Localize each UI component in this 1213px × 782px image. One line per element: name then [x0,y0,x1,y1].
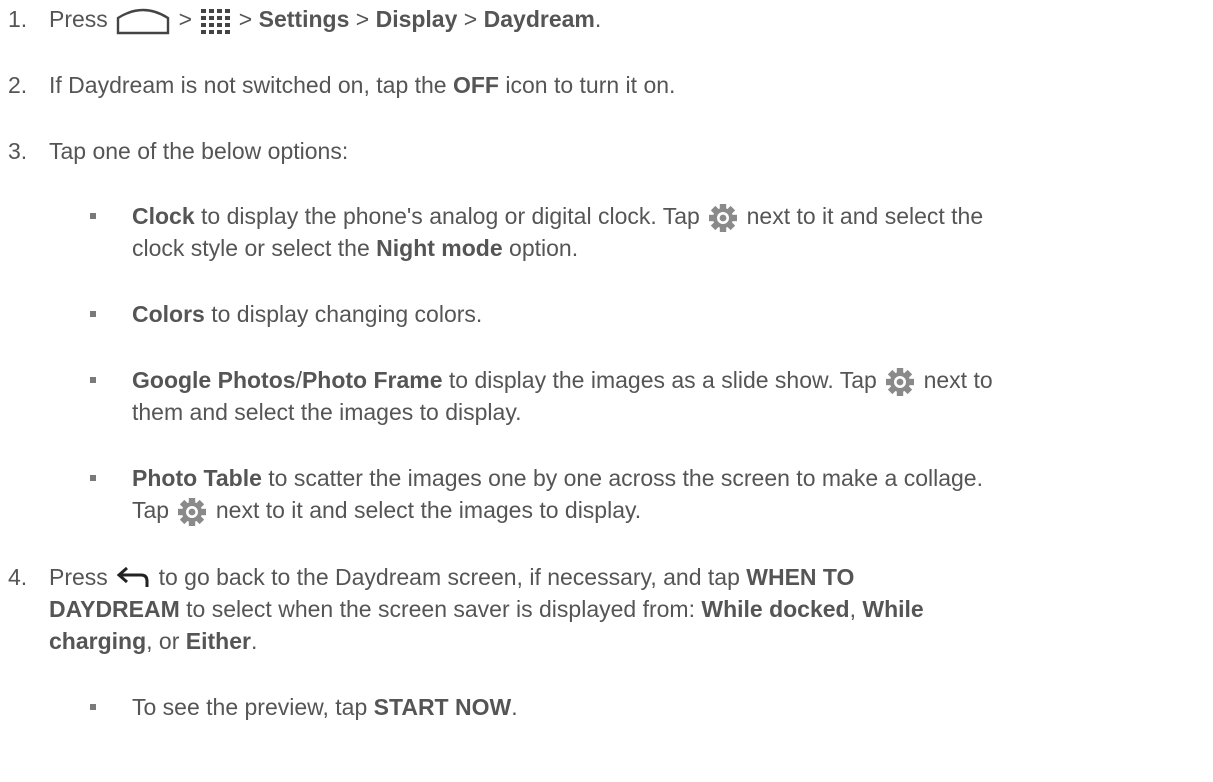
text-run: > [232,6,259,32]
bullet-marker [90,377,96,383]
text-run: to display changing colors. [204,301,483,327]
bullet-marker [90,475,96,481]
text-run: next to it and select the images to disp… [209,497,642,523]
text-run: option. [502,235,579,261]
option-photos-line-2: them and select the images to display. [132,398,522,426]
text-run: to display the images as a slide show. T… [442,367,884,393]
bold-term: WHEN TO [746,564,855,590]
option-photo-table-line-1: Photo Table to scatter the images one by… [132,464,983,492]
gear-icon [175,497,209,527]
text-run: . [594,6,602,32]
text-run: next to it and select the [740,203,984,229]
sub-bullet-preview: To see the preview, tap START NOW. [132,693,518,721]
option-clock-line-1: Clock to display the phone's analog or d… [132,202,983,233]
bold-term: OFF [452,72,499,98]
bold-term: Clock [132,203,195,229]
text-run: > [349,6,376,32]
text-run: them and select the images to display. [132,399,522,425]
text-run: Press [49,6,115,32]
bold-term: START NOW [373,694,512,720]
bold-term: Night mode [376,235,503,261]
text-run: Tap [132,497,176,523]
bold-term: Google Photos [132,367,296,393]
step-3-text: Tap one of the below options: [49,137,348,165]
option-colors-line-1: Colors to display changing colors. [132,300,482,328]
bold-term: Display [375,6,458,32]
text-run: > [172,6,199,32]
bold-term: Photo Table [132,465,262,491]
step-number: 3. [8,138,28,164]
option-clock-line-2: clock style or select the Night mode opt… [132,234,578,262]
gear-icon [883,367,917,397]
bullet-marker [90,311,96,317]
text-run: to display the phone's analog or digital… [194,203,707,229]
text-run: to select when the screen saver is displ… [179,596,702,622]
text-run: , [849,596,863,622]
text-run: icon to turn it on. [498,72,676,98]
text-run: clock style or select the [132,235,377,261]
text-run: Press [49,564,115,590]
step-4-line-1: Press to go back to the Daydream screen,… [49,563,854,592]
step-1-text: Press > > Settings > Display > Daydream. [49,5,601,36]
text-run: , or [146,628,186,654]
step-number: 4. [8,564,28,590]
apps-grid-icon [198,6,232,36]
bullet-marker [90,213,96,219]
text-run: to go back to the Daydream screen, if ne… [152,564,747,590]
text-run: To see the preview, tap [132,694,374,720]
bold-term: Settings [258,6,350,32]
text-run: to scatter the images one by one across … [261,465,983,491]
step-2-text: If Daydream is not switched on, tap the … [49,71,675,99]
text-run: . [250,628,258,654]
text-run: next to [917,367,993,393]
bold-term: While docked [701,596,850,622]
home-icon [114,6,172,36]
option-photos-line-1: Google Photos/Photo Frame to display the… [132,366,993,397]
bold-term: DAYDREAM [49,596,180,622]
step-number: 2. [8,72,28,98]
bold-term: Daydream [483,6,595,32]
step-4-line-3: charging, or Either. [49,627,257,655]
option-photo-table-line-2: Tap next to it and select the images to … [132,496,641,527]
back-arrow-icon [114,566,152,592]
text-run: If Daydream is not switched on, tap the [49,72,453,98]
text-run: . [511,694,518,720]
bold-term: charging [49,628,147,654]
text-run: Tap one of the below options: [49,138,349,164]
bold-term: While [862,596,924,622]
bullet-marker [90,704,96,710]
bold-term: Either [185,628,251,654]
bold-term: Photo Frame [301,367,443,393]
step-4-line-2: DAYDREAM to select when the screen saver… [49,595,924,623]
text-run: > [457,6,484,32]
bold-term: Colors [132,301,205,327]
step-number: 1. [8,6,28,32]
gear-icon [706,203,740,233]
